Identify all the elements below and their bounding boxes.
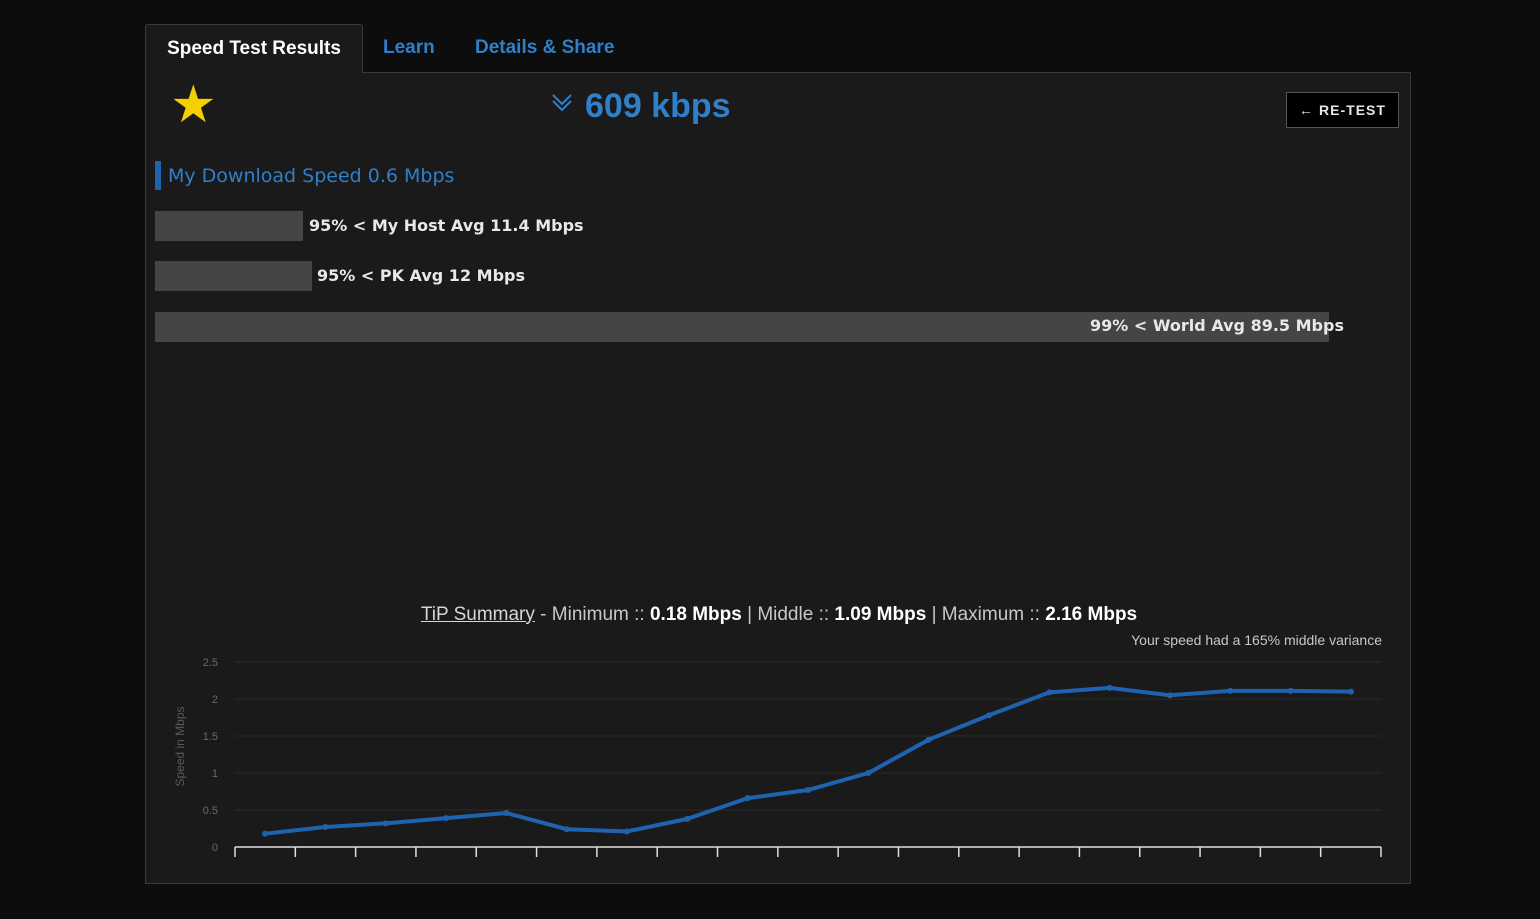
data-point <box>865 770 872 776</box>
max-label: | Maximum :: <box>926 604 1046 625</box>
speed-result: 609 kbps <box>551 87 731 126</box>
data-point <box>503 809 510 816</box>
arrow-left-icon: ← <box>1299 102 1315 118</box>
my-download-speed: My Download Speed 0.6 Mbps <box>155 161 454 190</box>
y-tick-label: 1 <box>212 768 218 780</box>
data-point <box>986 712 992 719</box>
star-icon: ★ <box>170 76 217 134</box>
data-point <box>1106 684 1113 691</box>
data-point <box>1046 689 1053 696</box>
series-line <box>263 685 1353 836</box>
speed-test-page: Speed Test Results Learn Details & Share… <box>0 0 1540 919</box>
min-value: 0.18 Mbps <box>649 604 742 625</box>
data-point <box>262 830 268 837</box>
mid-label: | Middle :: <box>741 604 835 625</box>
retest-label: RE-TEST <box>1319 102 1386 118</box>
min-label: - Minimum :: <box>534 604 650 625</box>
my-speed-label: My Download Speed 0.6 Mbps <box>168 164 455 187</box>
y-axis-label: Speed in Mbps <box>173 706 187 786</box>
data-point <box>322 824 329 831</box>
pk-avg-bar <box>155 261 312 291</box>
host-avg-bar <box>155 211 303 241</box>
data-point <box>1287 687 1294 694</box>
host-avg-label: 95% < My Host Avg 11.4 Mbps <box>309 216 584 235</box>
y-tick-label: 1.5 <box>203 731 218 743</box>
data-point <box>805 787 811 794</box>
max-value: 2.16 Mbps <box>1045 604 1138 625</box>
speed-line-chart: Speed in Mbps 0 0.5 1 1.5 2 2.5 <box>173 657 1382 857</box>
data-point <box>382 820 389 827</box>
tip-summary: TiP Summary - Minimum :: 0.18 Mbps | Mid… <box>146 604 1412 626</box>
tab-details-share[interactable]: Details & Share <box>475 24 614 72</box>
data-point <box>443 815 449 822</box>
tab-learn[interactable]: Learn <box>383 24 435 72</box>
data-point <box>684 815 691 822</box>
y-tick-label: 0 <box>212 842 218 854</box>
results-panel: ★ 609 kbps ← RE-TEST My Download Speed 0… <box>145 72 1411 884</box>
pk-avg-label: 95% < PK Avg 12 Mbps <box>317 266 525 285</box>
speed-value: 609 kbps <box>585 87 731 125</box>
my-speed-marker <box>155 161 161 190</box>
data-point <box>563 826 570 833</box>
retest-button[interactable]: ← RE-TEST <box>1286 92 1399 128</box>
mid-value: 1.09 Mbps <box>834 604 927 625</box>
world-avg-label: 99% < World Avg 89.5 Mbps <box>1090 316 1344 335</box>
data-point <box>744 795 751 802</box>
data-point <box>1227 687 1234 694</box>
download-arrow-icon <box>552 93 572 111</box>
data-point <box>624 828 630 835</box>
tip-summary-link[interactable]: TiP Summary <box>421 604 535 625</box>
y-tick-label: 0.5 <box>203 805 218 817</box>
tab-speed-test-results[interactable]: Speed Test Results <box>145 24 363 73</box>
data-point <box>1348 688 1354 695</box>
data-point <box>1167 692 1173 699</box>
y-tick-label: 2.5 <box>203 657 218 669</box>
y-tick-label: 2 <box>212 694 218 706</box>
data-point <box>925 736 932 743</box>
